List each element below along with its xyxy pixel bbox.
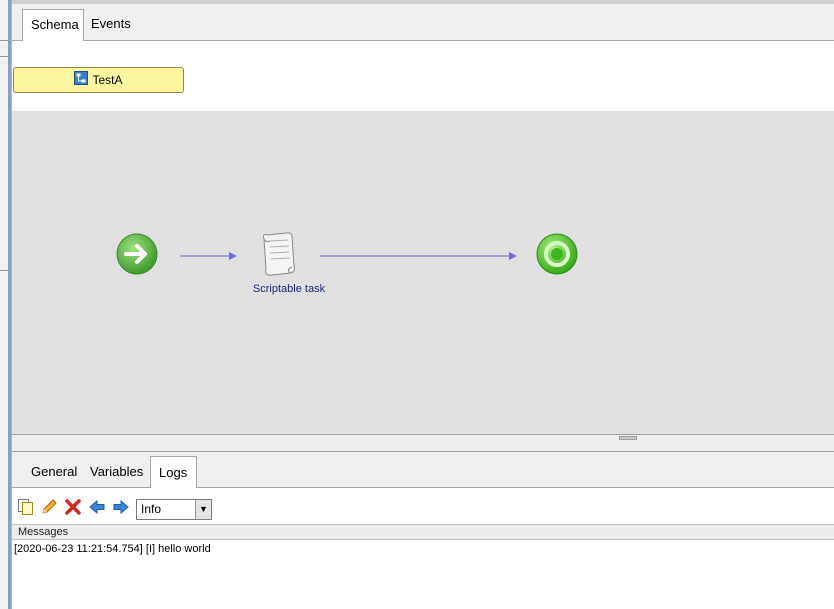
edit-button[interactable] xyxy=(40,498,60,518)
process-button[interactable]: TestA xyxy=(13,67,184,93)
end-event-node[interactable] xyxy=(536,233,578,275)
start-event-node[interactable] xyxy=(116,233,158,275)
copy-button[interactable] xyxy=(17,498,37,518)
splitter-handle[interactable] xyxy=(619,436,637,440)
delete-icon xyxy=(64,499,82,519)
messages-header: Messages xyxy=(12,524,834,540)
gutter-tick xyxy=(0,40,8,41)
left-panel-splitter[interactable] xyxy=(8,0,11,609)
tab-events[interactable]: Events xyxy=(83,9,139,45)
gutter-tick xyxy=(0,270,8,271)
tab-general-label: General xyxy=(31,464,78,479)
delete-button[interactable] xyxy=(64,498,84,518)
gutter-tick xyxy=(0,56,8,57)
log-line: [2020-06-23 11:21:54.754] [I] hello worl… xyxy=(14,543,211,555)
messages-list[interactable]: [2020-06-23 11:21:54.754] [I] hello worl… xyxy=(12,540,834,609)
tab-logs[interactable]: Logs xyxy=(150,456,197,489)
scroll-icon xyxy=(256,232,300,282)
forward-button[interactable] xyxy=(112,498,132,518)
editor-tab-bar: Schema Events xyxy=(12,0,834,46)
schema-canvas[interactable]: Scriptable task xyxy=(12,111,834,434)
dropdown-arrow-icon: ▼ xyxy=(195,500,211,519)
start-event-icon xyxy=(116,233,158,278)
left-panel-edge xyxy=(0,0,12,609)
scriptable-task-node[interactable] xyxy=(256,229,300,279)
tab-variables[interactable]: Variables xyxy=(82,456,151,488)
tab-logs-label: Logs xyxy=(159,465,188,480)
messages-header-label: Messages xyxy=(18,526,69,538)
back-arrow-icon xyxy=(88,499,106,519)
process-header: TestA xyxy=(12,41,834,111)
log-level-select[interactable]: Info ▼ xyxy=(136,499,212,520)
tab-general[interactable]: General xyxy=(23,456,85,488)
tab-variables-label: Variables xyxy=(90,464,144,479)
forward-arrow-icon xyxy=(112,499,130,519)
properties-tab-bar: General Variables Logs xyxy=(12,452,834,489)
log-level-value: Info xyxy=(141,502,162,516)
horizontal-splitter[interactable] xyxy=(12,434,834,452)
back-button[interactable] xyxy=(88,498,108,518)
process-icon xyxy=(74,69,89,93)
tab-schema-label: Schema xyxy=(31,17,79,32)
logs-toolbar: Info ▼ xyxy=(12,488,834,524)
scriptable-task-label: Scriptable task xyxy=(252,283,326,295)
process-name: TestA xyxy=(92,73,123,87)
end-event-icon xyxy=(536,233,578,278)
copy-icon xyxy=(17,499,35,519)
tab-events-label: Events xyxy=(91,16,131,31)
edit-icon xyxy=(40,499,58,519)
